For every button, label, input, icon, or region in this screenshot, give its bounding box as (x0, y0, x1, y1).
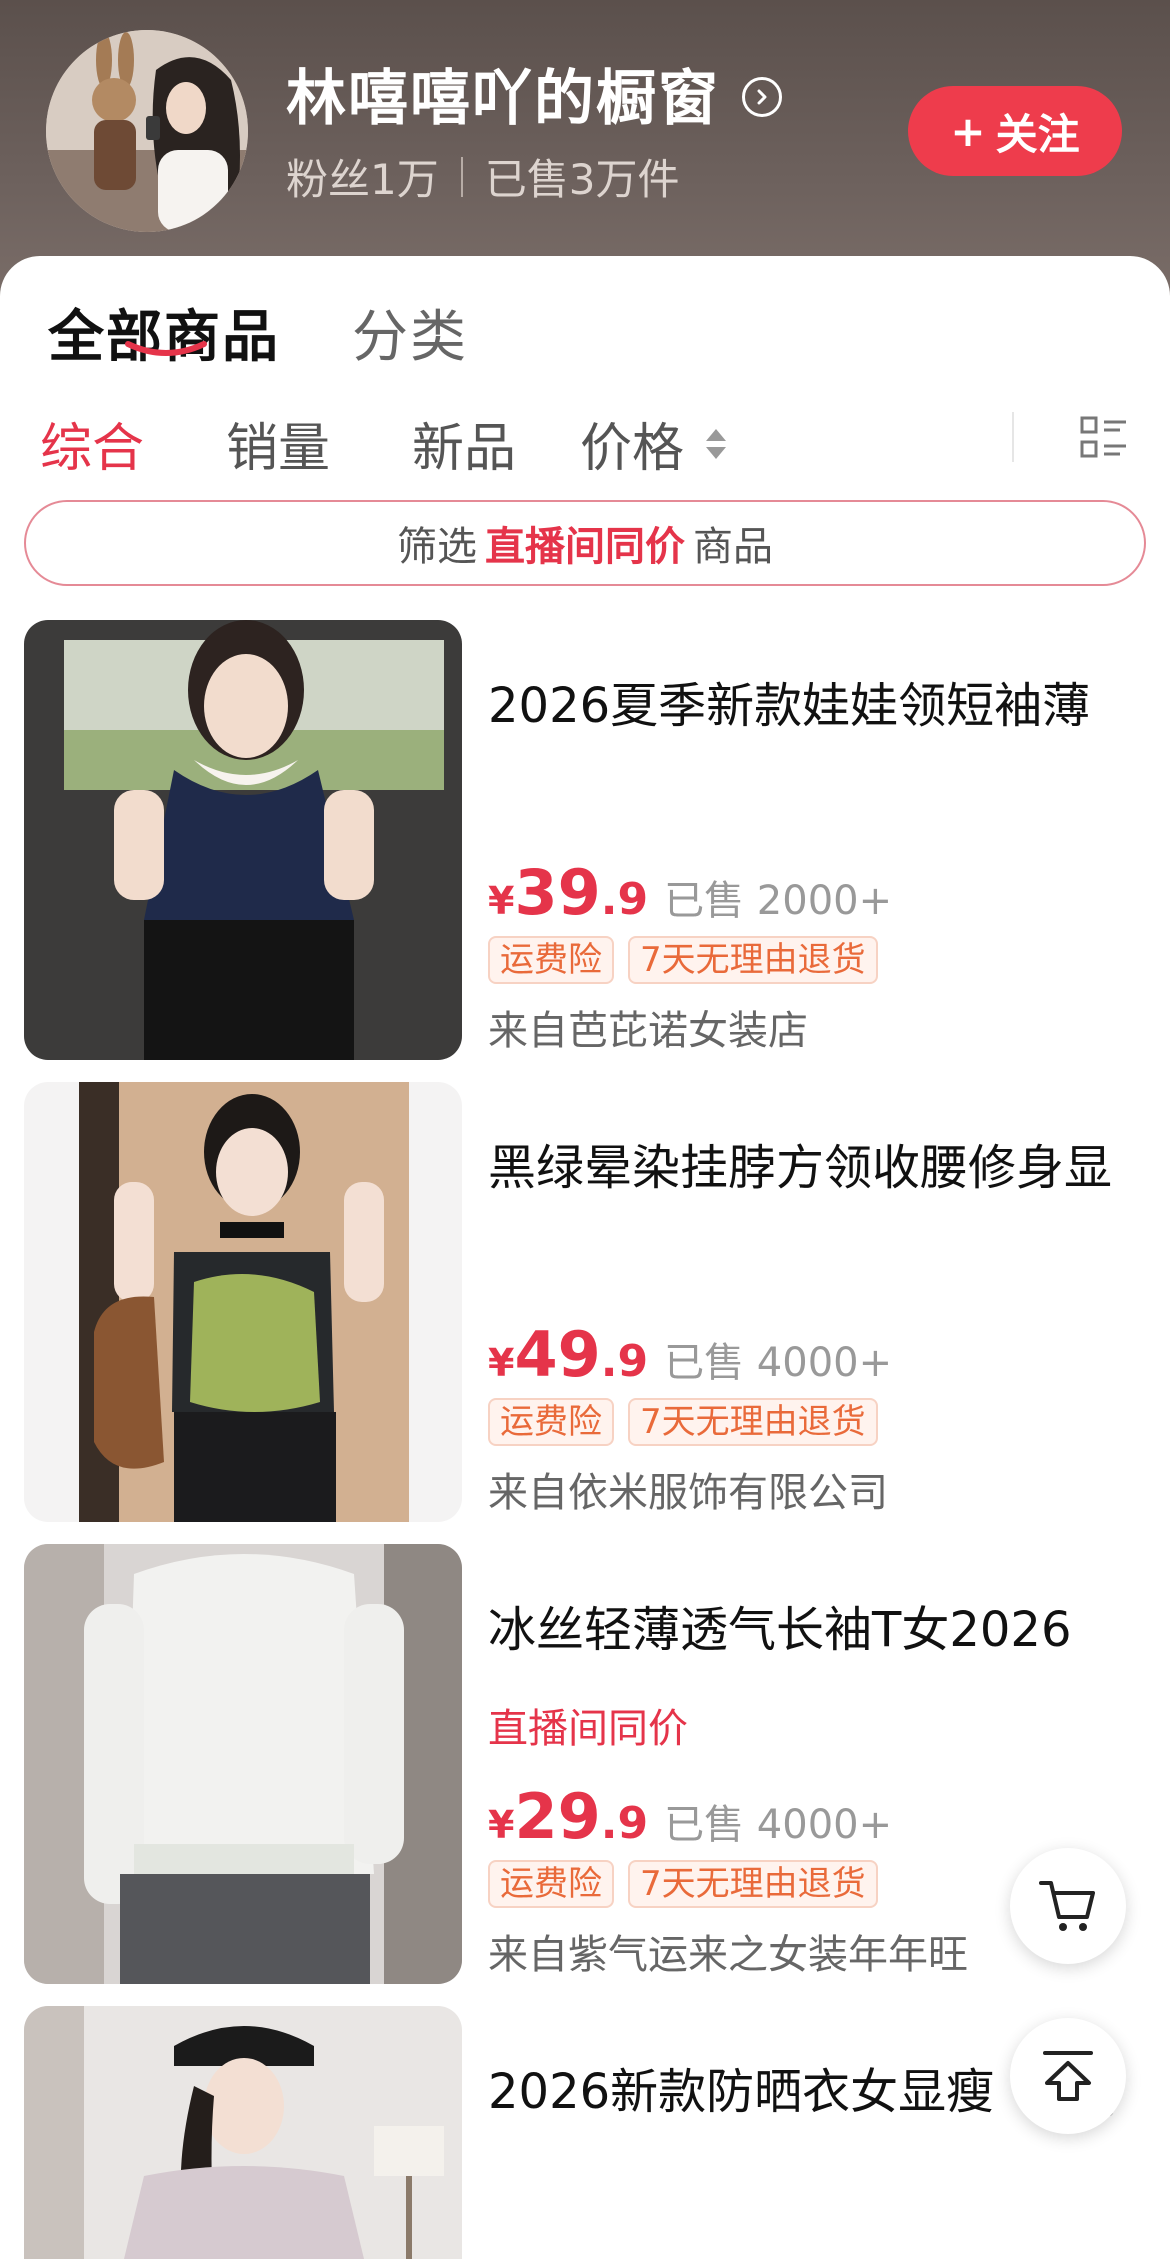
product-title: 黑绿晕染挂脖方领收腰修身显 (488, 1140, 1113, 1196)
product-tags: 运费险 7天无理由退货 (488, 1860, 878, 1908)
product-shop: 来自依米服饰有限公司 (488, 1470, 888, 1516)
product-card[interactable]: 2026夏季新款娃娃领短袖薄 ¥ 39 .9 已售 2000+ 运费险 7天无理… (0, 620, 1170, 1060)
tab-active-underline (125, 341, 207, 356)
tag-7day-return: 7天无理由退货 (628, 1860, 878, 1908)
sort-comprehensive[interactable]: 综合 (40, 406, 144, 481)
price-integer: 49 (514, 1318, 601, 1391)
product-shop: 来自紫气运来之女装年年旺 (488, 1932, 968, 1978)
sort-price-label: 价格 (580, 419, 685, 479)
sold-count: 已售3万件 (484, 155, 680, 204)
live-price-tag: 直播间同价 (488, 1706, 688, 1752)
price-integer: 39 (514, 856, 601, 929)
tag-shipping-insurance: 运费险 (488, 936, 614, 984)
price-currency: ¥ (488, 879, 515, 923)
sold-count: 已售 4000+ (664, 1340, 893, 1386)
tab-all-products[interactable]: 全部商品 (48, 292, 280, 373)
sort-price[interactable]: 价格 (580, 406, 727, 481)
product-title: 冰丝轻薄透气长袖T女2026 (488, 1602, 1072, 1658)
shop-stats: 粉丝1万 已售3万件 (286, 146, 679, 207)
price-decimal: .9 (600, 1798, 649, 1849)
avatar-image (46, 30, 248, 232)
product-tags: 运费险 7天无理由退货 (488, 936, 878, 984)
filter-suffix: 商品 (693, 524, 773, 570)
price-currency: ¥ (488, 1341, 515, 1385)
follow-label: 关注 (995, 109, 1080, 159)
product-card[interactable]: 黑绿晕染挂脖方领收腰修身显 ¥ 49 .9 已售 4000+ 运费险 7天无理由… (0, 1082, 1170, 1522)
shop-name[interactable]: 林嘻嘻吖的橱窗 (286, 50, 782, 137)
price-integer: 29 (514, 1780, 601, 1853)
price-currency: ¥ (488, 1803, 515, 1847)
product-image[interactable] (24, 620, 462, 1060)
tag-shipping-insurance: 运费险 (488, 1398, 614, 1446)
product-image[interactable] (24, 1544, 462, 1984)
cart-button[interactable] (1010, 1848, 1126, 1964)
filter-prefix: 筛选 (397, 524, 477, 570)
product-tags: 运费险 7天无理由退货 (488, 1398, 878, 1446)
live-price-filter[interactable]: 筛选 直播间同价 商品 (24, 500, 1146, 586)
list-view-icon[interactable] (1080, 414, 1128, 462)
sort-divider (1012, 412, 1014, 462)
tab-category[interactable]: 分类 (352, 292, 468, 373)
cart-icon (1039, 1881, 1095, 1931)
product-card[interactable]: 冰丝轻薄透气长袖T女2026 直播间同价 ¥ 29 .9 已售 4000+ 运费… (0, 1544, 1170, 1984)
chevron-right-circle-icon[interactable] (742, 76, 782, 117)
filter-highlight: 直播间同价 (485, 524, 685, 570)
product-image[interactable] (24, 1082, 462, 1522)
product-title: 2026夏季新款娃娃领短袖薄 (488, 678, 1091, 734)
shop-header: 林嘻嘻吖的橱窗 粉丝1万 已售3万件 + 关注 (0, 0, 1170, 300)
product-price-row: ¥ 29 .9 已售 4000+ (488, 1780, 892, 1853)
product-image[interactable] (24, 2006, 462, 2259)
plus-icon: + (950, 106, 986, 156)
sort-new[interactable]: 新品 (412, 406, 516, 481)
price-decimal: .9 (600, 874, 649, 925)
sold-count: 已售 2000+ (664, 878, 893, 924)
price-decimal: .9 (600, 1336, 649, 1387)
follow-button[interactable]: + 关注 (908, 86, 1122, 176)
sold-count: 已售 4000+ (664, 1802, 893, 1848)
shop-name-text: 林嘻嘻吖的橱窗 (286, 64, 720, 134)
product-shop: 来自芭芘诺女装店 (488, 1008, 808, 1054)
product-price-row: ¥ 49 .9 已售 4000+ (488, 1318, 892, 1391)
back-to-top-button[interactable] (1010, 2018, 1126, 2134)
stat-divider (460, 156, 463, 197)
shop-avatar[interactable] (46, 30, 248, 232)
back-to-top-icon (1043, 2051, 1093, 2101)
fans-count: 粉丝1万 (286, 155, 439, 204)
product-price-row: ¥ 39 .9 已售 2000+ (488, 856, 892, 929)
sort-sales[interactable]: 销量 (226, 406, 330, 481)
product-card[interactable]: 2026新款防晒衣女显瘦 (0, 2006, 1170, 2259)
tag-7day-return: 7天无理由退货 (628, 936, 878, 984)
sort-arrows-icon (706, 428, 727, 459)
tag-shipping-insurance: 运费险 (488, 1860, 614, 1908)
tag-7day-return: 7天无理由退货 (628, 1398, 878, 1446)
